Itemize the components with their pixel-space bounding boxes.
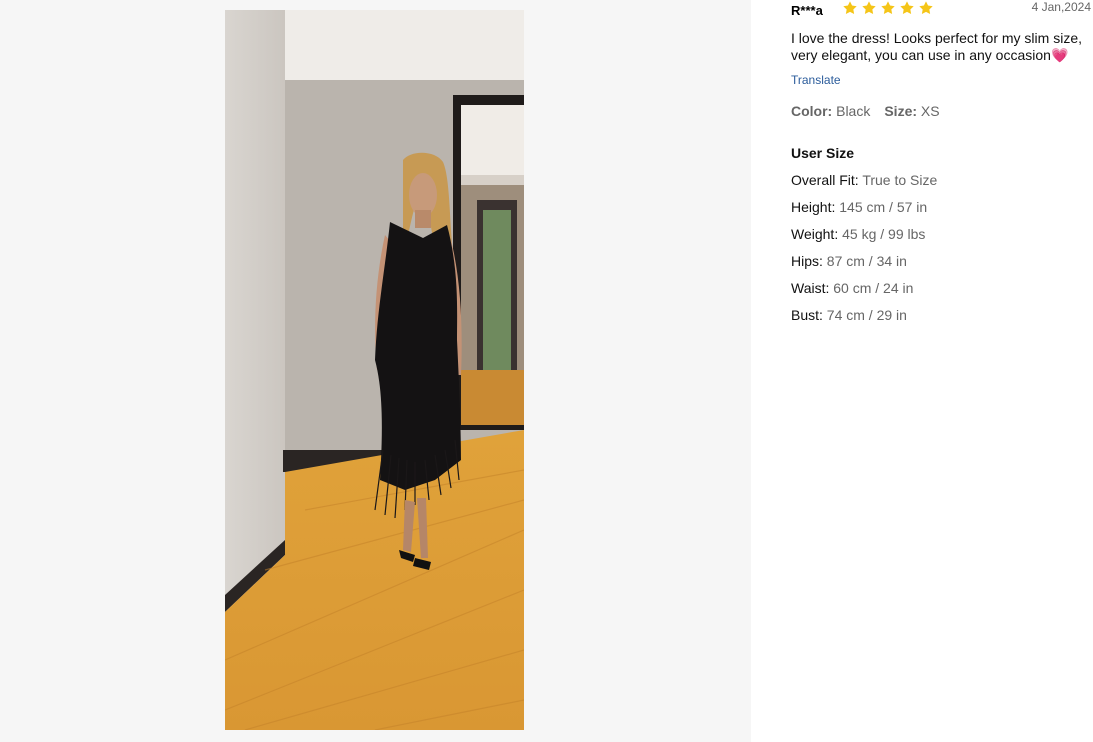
star-icon xyxy=(843,1,857,15)
size-row-value: 145 cm / 57 in xyxy=(839,199,928,215)
user-size-title: User Size xyxy=(791,145,855,161)
size-row-overall-fit: Overall Fit: True to Size xyxy=(791,172,937,199)
star-icon xyxy=(881,1,895,15)
size-row-value: 60 cm / 24 in xyxy=(833,280,914,296)
size-row-value: 45 kg / 99 lbs xyxy=(842,226,926,242)
size-row-weight: Weight: 45 kg / 99 lbs xyxy=(791,226,937,253)
purchase-variant: Color: Black Size: XS xyxy=(791,103,940,119)
review-date: 4 Jan,2024 xyxy=(1031,0,1091,14)
size-row-label: Overall Fit: xyxy=(791,172,859,188)
size-row-label: Waist: xyxy=(791,280,830,296)
rating-stars xyxy=(842,0,934,16)
size-row-waist: Waist: 60 cm / 24 in xyxy=(791,280,937,307)
image-viewer-pane xyxy=(0,0,751,742)
size-row-label: Height: xyxy=(791,199,836,215)
user-size-list: Overall Fit: True to Size Height: 145 cm… xyxy=(791,172,937,334)
review-body: I love the dress! Looks perfect for my s… xyxy=(791,30,1082,63)
size-row-label: Hips: xyxy=(791,253,823,269)
star-icon xyxy=(900,1,914,15)
star-icon xyxy=(919,1,933,15)
size-row-height: Height: 145 cm / 57 in xyxy=(791,199,937,226)
color-value: Black xyxy=(836,103,871,119)
size-row-hips: Hips: 87 cm / 34 in xyxy=(791,253,937,280)
color-label: Color: xyxy=(791,103,833,119)
size-row-label: Weight: xyxy=(791,226,839,242)
review-text: I love the dress! Looks perfect for my s… xyxy=(791,30,1091,64)
heart-emoji: 💗 xyxy=(1050,47,1069,63)
translate-link[interactable]: Translate xyxy=(791,73,841,87)
size-value: XS xyxy=(920,103,940,119)
size-row-label: Bust: xyxy=(791,307,823,323)
size-label: Size: xyxy=(884,103,918,119)
size-row-value: True to Size xyxy=(862,172,938,188)
size-row-bust: Bust: 74 cm / 29 in xyxy=(791,307,937,334)
review-photo[interactable] xyxy=(225,10,524,730)
reviewer-name: R***a xyxy=(791,3,823,18)
size-row-value: 74 cm / 29 in xyxy=(826,307,907,323)
star-icon xyxy=(862,1,876,15)
review-detail-pane: R***a 4 Jan,2024 I love the dress! Looks… xyxy=(751,0,1093,742)
size-row-value: 87 cm / 34 in xyxy=(826,253,907,269)
